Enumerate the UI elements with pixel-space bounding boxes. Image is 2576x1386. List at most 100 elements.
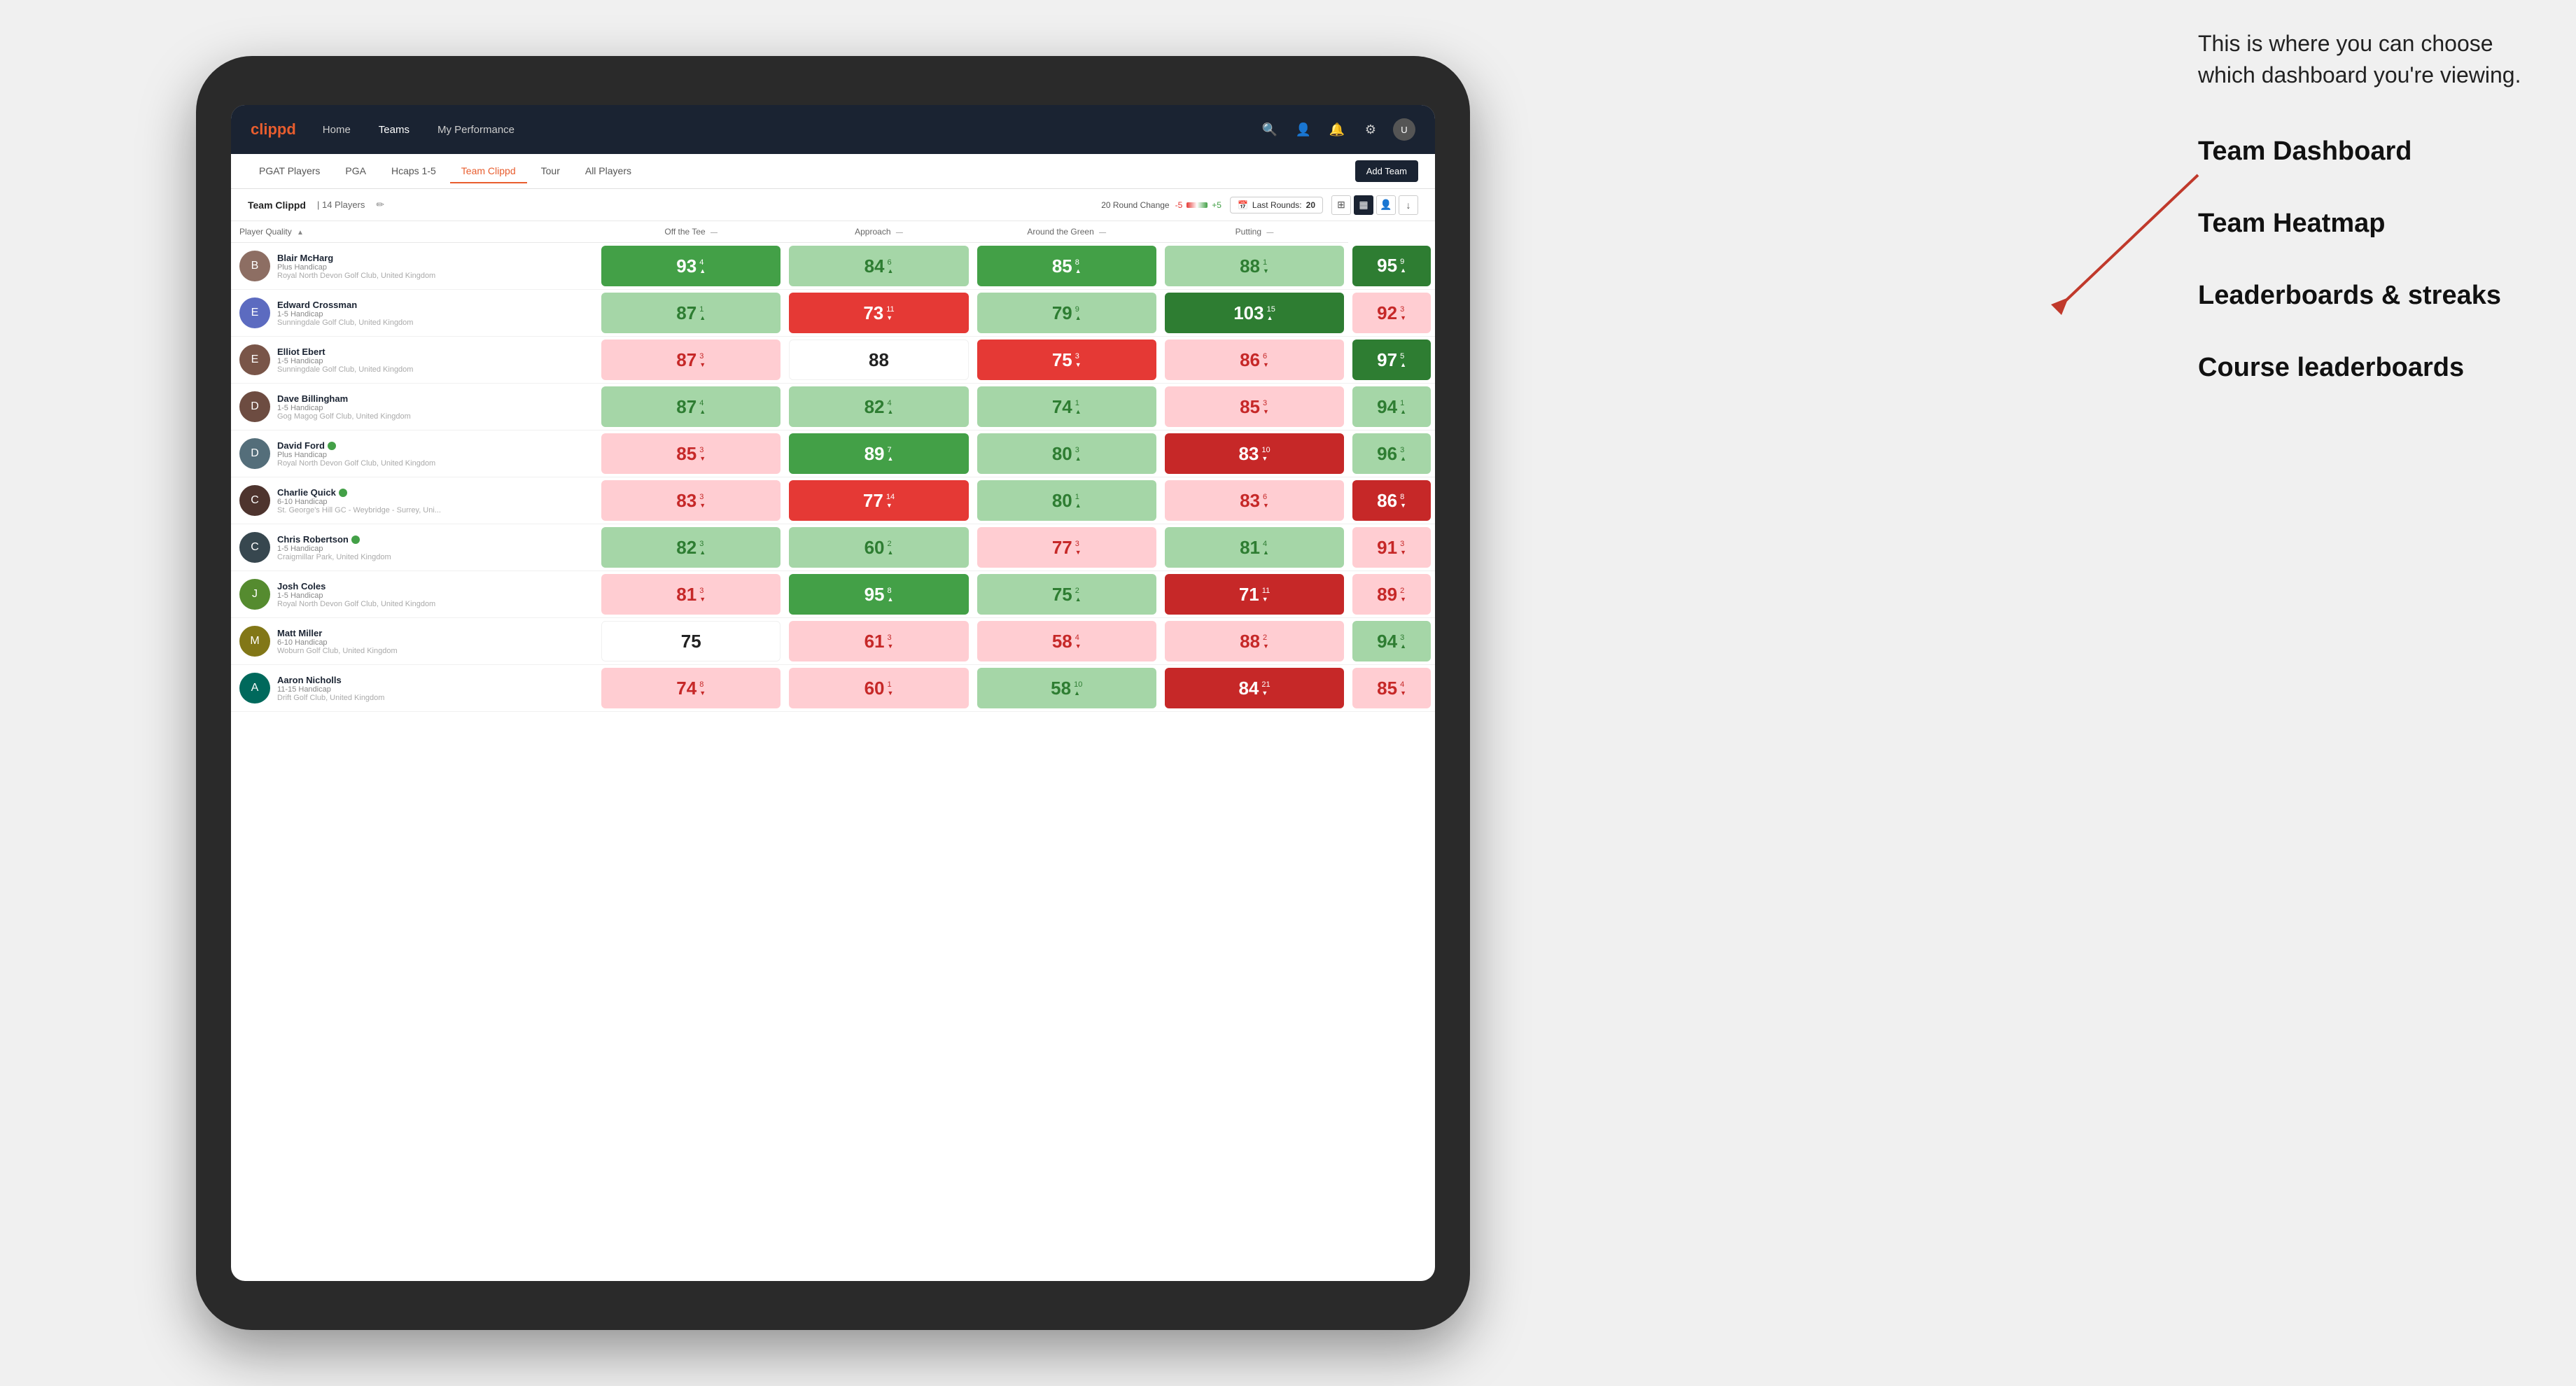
score-cell-dave-billingham-4[interactable]: 94 1 ▲ [1348,384,1435,430]
score-cell-blair-mcharg-3[interactable]: 88 1 ▼ [1161,243,1348,290]
score-cell-edward-crossman-3[interactable]: 103 15 ▲ [1161,290,1348,337]
th-around-green[interactable]: Around the Green — [973,221,1161,243]
score-cell-aaron-nicholls-0[interactable]: 74 8 ▼ [597,665,785,712]
verified-icon [339,489,347,497]
tab-pga[interactable]: PGA [334,160,377,183]
score-cell-edward-crossman-2[interactable]: 79 9 ▲ [973,290,1161,337]
person-view-button[interactable]: 👤 [1376,195,1396,215]
edit-icon[interactable]: ✏ [376,199,384,211]
score-cell-elliot-ebert-1[interactable]: 88 [785,337,972,384]
nav-teams[interactable]: Teams [373,121,415,139]
nav-home[interactable]: Home [317,121,356,139]
score-change: 3 ▼ [699,493,706,509]
score-cell-edward-crossman-1[interactable]: 73 11 ▼ [785,290,972,337]
tab-pgat-players[interactable]: PGAT Players [248,160,331,183]
score-cell-charlie-quick-1[interactable]: 77 14 ▼ [785,477,972,524]
score-cell-david-ford-3[interactable]: 83 10 ▼ [1161,430,1348,477]
user-icon[interactable]: 👤 [1292,118,1315,141]
option-leaderboards[interactable]: Leaderboards & streaks [2198,277,2534,314]
score-cell-matt-miller-3[interactable]: 88 2 ▼ [1161,618,1348,665]
tab-tour[interactable]: Tour [530,160,571,183]
score-cell-elliot-ebert-2[interactable]: 75 3 ▼ [973,337,1161,384]
tab-team-clippd[interactable]: Team Clippd [450,160,527,183]
score-cell-josh-coles-3[interactable]: 71 11 ▼ [1161,571,1348,618]
bell-icon[interactable]: 🔔 [1326,118,1348,141]
score-cell-charlie-quick-4[interactable]: 86 8 ▼ [1348,477,1435,524]
tab-all-players[interactable]: All Players [574,160,643,183]
option-course-leaderboards[interactable]: Course leaderboards [2198,349,2534,386]
search-icon[interactable]: 🔍 [1259,118,1281,141]
player-cell-david-ford[interactable]: D David Ford Plus Handicap Royal North D… [231,430,597,477]
score-cell-charlie-quick-0[interactable]: 83 3 ▼ [597,477,785,524]
th-player-quality[interactable]: Player Quality ▲ [231,221,597,243]
score-cell-chris-robertson-3[interactable]: 81 4 ▲ [1161,524,1348,571]
settings-icon[interactable]: ⚙ [1359,118,1382,141]
grid-view-button[interactable]: ⊞ [1331,195,1351,215]
player-cell-josh-coles[interactable]: J Josh Coles 1-5 Handicap Royal North De… [231,571,597,618]
nav-my-performance[interactable]: My Performance [432,121,520,139]
player-cell-dave-billingham[interactable]: D Dave Billingham 1-5 Handicap Gog Magog… [231,384,597,430]
score-cell-charlie-quick-2[interactable]: 80 1 ▲ [973,477,1161,524]
score-cell-dave-billingham-0[interactable]: 87 4 ▲ [597,384,785,430]
player-cell-charlie-quick[interactable]: C Charlie Quick 6-10 Handicap St. George… [231,477,597,524]
score-cell-dave-billingham-3[interactable]: 85 3 ▼ [1161,384,1348,430]
tab-hcaps[interactable]: Hcaps 1-5 [380,160,447,183]
score-cell-blair-mcharg-4[interactable]: 95 9 ▲ [1348,243,1435,290]
round-change: 20 Round Change -5 +5 [1101,200,1222,210]
score-cell-josh-coles-4[interactable]: 89 2 ▼ [1348,571,1435,618]
player-cell-chris-robertson[interactable]: C Chris Robertson 1-5 Handicap Craigmill… [231,524,597,571]
player-cell-matt-miller[interactable]: M Matt Miller 6-10 Handicap Woburn Golf … [231,618,597,665]
score-cell-dave-billingham-1[interactable]: 82 4 ▲ [785,384,972,430]
score-cell-matt-miller-1[interactable]: 61 3 ▼ [785,618,972,665]
score-cell-dave-billingham-2[interactable]: 74 1 ▲ [973,384,1161,430]
download-button[interactable]: ↓ [1399,195,1418,215]
score-cell-david-ford-4[interactable]: 96 3 ▲ [1348,430,1435,477]
score-cell-chris-robertson-0[interactable]: 82 3 ▲ [597,524,785,571]
score-cell-david-ford-0[interactable]: 85 3 ▼ [597,430,785,477]
score-value: 82 [864,396,885,418]
score-cell-david-ford-1[interactable]: 89 7 ▲ [785,430,972,477]
score-cell-david-ford-2[interactable]: 80 3 ▲ [973,430,1161,477]
score-cell-chris-robertson-2[interactable]: 77 3 ▼ [973,524,1161,571]
player-cell-elliot-ebert[interactable]: E Elliot Ebert 1-5 Handicap Sunningdale … [231,337,597,384]
score-cell-edward-crossman-4[interactable]: 92 3 ▼ [1348,290,1435,337]
score-change: 4 ▲ [699,258,706,274]
th-putting[interactable]: Putting — [1161,221,1348,243]
table-container[interactable]: Player Quality ▲ Off the Tee — Approach … [231,221,1435,1281]
score-cell-josh-coles-2[interactable]: 75 2 ▲ [973,571,1161,618]
player-handicap: 1-5 Handicap [277,404,411,412]
player-cell-aaron-nicholls[interactable]: A Aaron Nicholls 11-15 Handicap Drift Go… [231,665,597,712]
score-cell-aaron-nicholls-3[interactable]: 84 21 ▼ [1161,665,1348,712]
heatmap-view-button[interactable]: ▦ [1354,195,1373,215]
score-cell-matt-miller-4[interactable]: 94 3 ▲ [1348,618,1435,665]
score-change: 3 ▼ [1075,352,1082,368]
score-cell-blair-mcharg-0[interactable]: 93 4 ▲ [597,243,785,290]
add-team-button[interactable]: Add Team [1355,160,1418,182]
score-cell-elliot-ebert-3[interactable]: 86 6 ▼ [1161,337,1348,384]
score-cell-elliot-ebert-0[interactable]: 87 3 ▼ [597,337,785,384]
score-cell-aaron-nicholls-4[interactable]: 85 4 ▼ [1348,665,1435,712]
score-cell-aaron-nicholls-1[interactable]: 60 1 ▼ [785,665,972,712]
score-cell-blair-mcharg-1[interactable]: 84 6 ▲ [785,243,972,290]
th-approach[interactable]: Approach — [785,221,972,243]
score-cell-charlie-quick-3[interactable]: 83 6 ▼ [1161,477,1348,524]
score-cell-blair-mcharg-2[interactable]: 85 8 ▲ [973,243,1161,290]
score-cell-matt-miller-0[interactable]: 75 [597,618,785,665]
option-team-heatmap[interactable]: Team Heatmap [2198,205,2534,242]
player-club: Royal North Devon Golf Club, United King… [277,459,435,468]
avatar[interactable]: U [1393,118,1415,141]
score-cell-aaron-nicholls-2[interactable]: 58 10 ▲ [973,665,1161,712]
player-cell-edward-crossman[interactable]: E Edward Crossman 1-5 Handicap Sunningda… [231,290,597,337]
last-rounds-button[interactable]: 📅 Last Rounds: 20 [1230,197,1323,214]
score-cell-edward-crossman-0[interactable]: 87 1 ▲ [597,290,785,337]
player-cell-blair-mcharg[interactable]: B Blair McHarg Plus Handicap Royal North… [231,243,597,290]
score-cell-matt-miller-2[interactable]: 58 4 ▼ [973,618,1161,665]
option-team-dashboard[interactable]: Team Dashboard [2198,133,2534,170]
score-cell-josh-coles-0[interactable]: 81 3 ▼ [597,571,785,618]
score-cell-chris-robertson-1[interactable]: 60 2 ▲ [785,524,972,571]
score-cell-chris-robertson-4[interactable]: 91 3 ▼ [1348,524,1435,571]
player-handicap: 1-5 Handicap [277,357,413,365]
score-cell-elliot-ebert-4[interactable]: 97 5 ▲ [1348,337,1435,384]
th-off-tee[interactable]: Off the Tee — [597,221,785,243]
score-cell-josh-coles-1[interactable]: 95 8 ▲ [785,571,972,618]
